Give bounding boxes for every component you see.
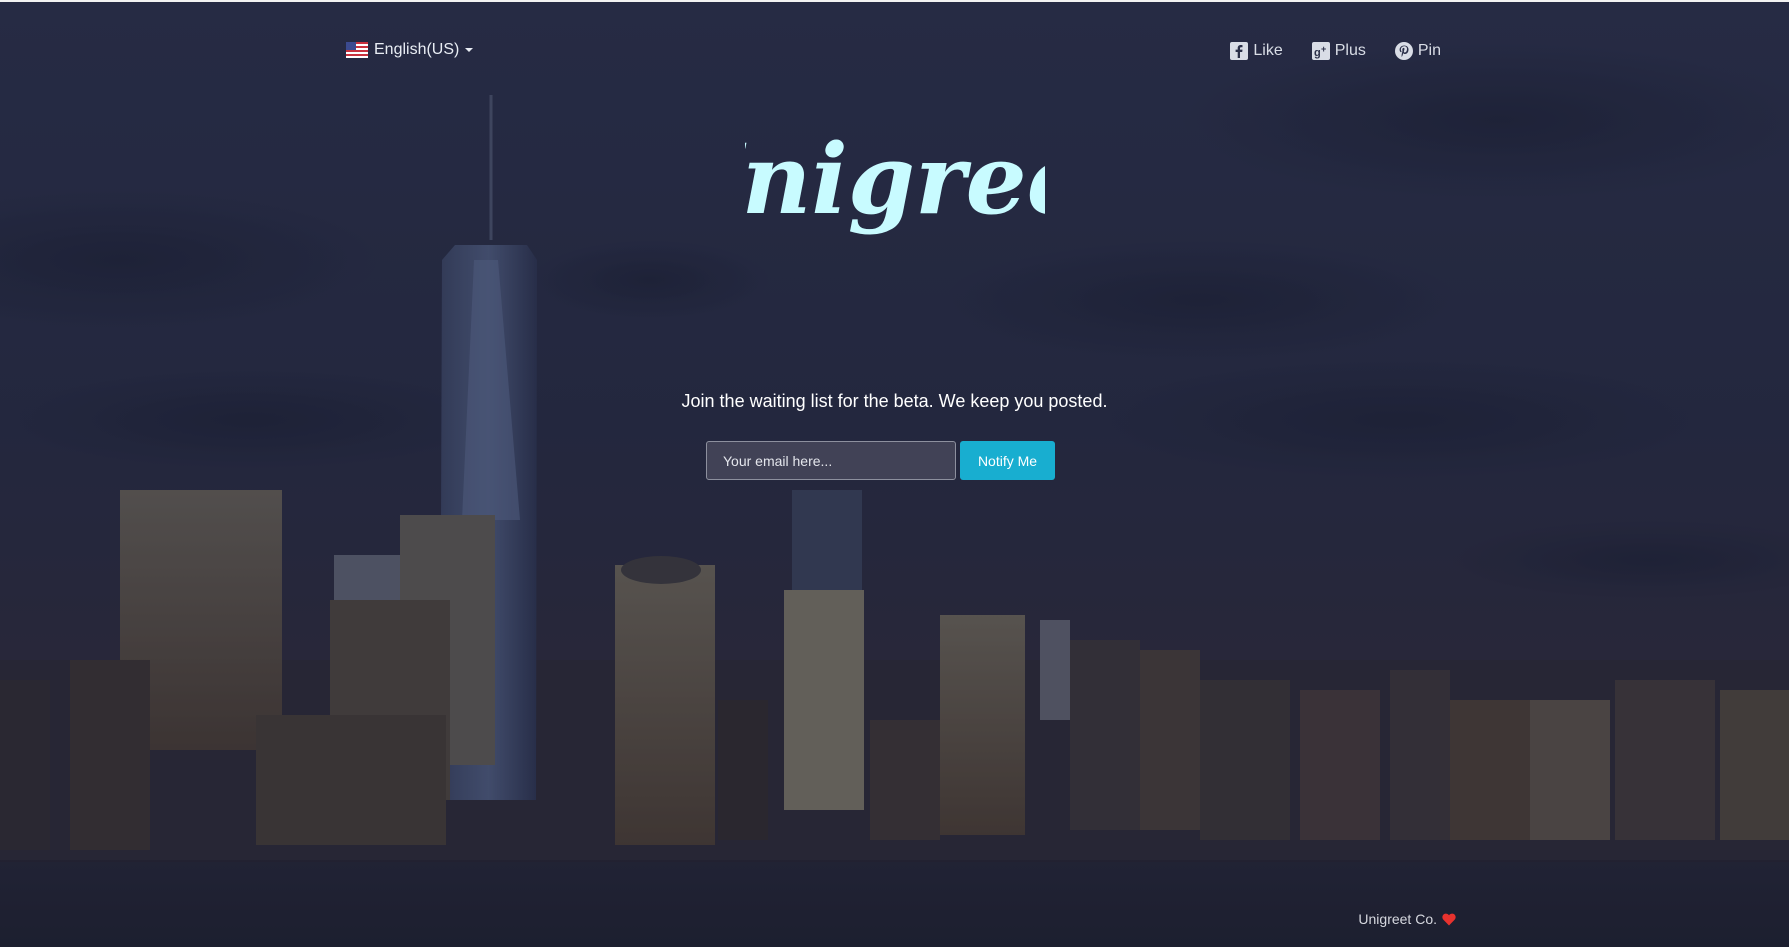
language-label: English(US) (374, 41, 460, 58)
social-item-label: Plus (1334, 42, 1366, 59)
google-plus-icon: g + (1311, 41, 1331, 61)
footer-company-name: Unigreet Co. (1358, 911, 1437, 927)
facebook-like-link[interactable]: Like (1229, 41, 1283, 61)
social-links: Like g + Plus Pin (1229, 41, 1441, 61)
unigreet-logo-wordmark: Unigreet (745, 123, 1045, 236)
chevron-down-icon (465, 48, 474, 52)
email-input[interactable] (706, 441, 956, 480)
heart-icon (1442, 913, 1456, 926)
svg-text:g: g (1314, 47, 1321, 59)
logo-text: Unigreet (745, 123, 1045, 236)
top-border (0, 0, 1789, 2)
facebook-icon (1229, 41, 1249, 61)
svg-text:+: + (1321, 44, 1326, 54)
pinterest-icon (1394, 41, 1414, 61)
language-selector[interactable]: English(US) (346, 41, 474, 59)
pinterest-pin-link[interactable]: Pin (1394, 41, 1441, 61)
footer: Unigreet Co. (1358, 911, 1456, 927)
waitlist-form: Notify Me (706, 441, 1055, 480)
notify-me-button[interactable]: Notify Me (960, 441, 1055, 480)
us-flag-icon (346, 42, 368, 58)
waitlist-tagline: Join the waiting list for the beta. We k… (681, 391, 1108, 411)
brand-logo: Unigreet (0, 118, 1789, 273)
google-plus-link[interactable]: g + Plus (1311, 41, 1366, 61)
social-item-label: Pin (1417, 42, 1441, 59)
social-item-label: Like (1253, 42, 1283, 59)
